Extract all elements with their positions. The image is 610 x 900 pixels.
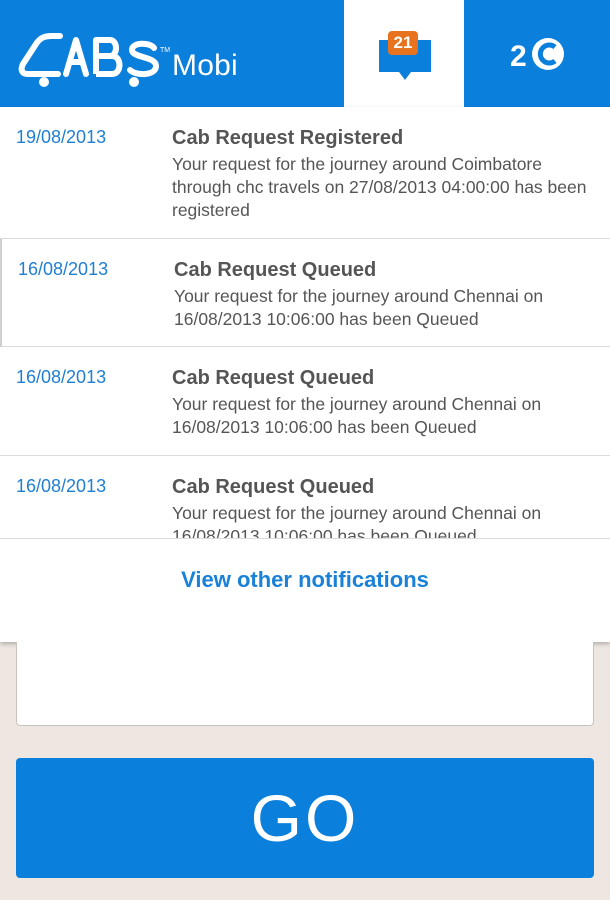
- notification-title: Cab Request Queued: [172, 367, 375, 389]
- cabs-logo[interactable]: TM: [14, 18, 174, 88]
- logo-sub: Mobi: [172, 49, 238, 82]
- notification-body: Your request for the journey around Chen…: [172, 394, 542, 437]
- notification-item[interactable]: 16/08/2013 Cab Request Queued Your reque…: [0, 239, 610, 347]
- notification-title: Cab Request Registered: [172, 127, 404, 149]
- notification-item[interactable]: 16/08/2013 Cab Request Queued Your reque…: [0, 456, 610, 538]
- svg-text:TM: TM: [160, 47, 170, 54]
- cabs-logo-icon: TM: [18, 33, 170, 87]
- notification-date: 16/08/2013: [16, 476, 107, 496]
- notification-item[interactable]: 16/08/2013 Cab Request Queued Your reque…: [0, 347, 610, 456]
- notifications-list: 19/08/2013 Cab Request Registered Your r…: [0, 107, 610, 538]
- message-textarea[interactable]: [16, 642, 594, 726]
- notification-date: 19/08/2013: [16, 127, 107, 147]
- view-other-notifications-link[interactable]: View other notifications: [0, 567, 610, 593]
- go-button[interactable]: GO: [16, 758, 594, 878]
- notification-body: Your request for the journey around Chen…: [172, 503, 542, 538]
- notification-item[interactable]: 19/08/2013 Cab Request Registered Your r…: [0, 107, 610, 239]
- notifications-panel: 19/08/2013 Cab Request Registered Your r…: [0, 107, 610, 642]
- notification-title: Cab Request Queued: [174, 259, 377, 281]
- notification-count-badge: 21: [388, 31, 418, 55]
- notification-body: Your request for the journey around Chen…: [174, 286, 544, 329]
- notification-date: 16/08/2013: [18, 259, 109, 279]
- credit-counter[interactable]: 2: [464, 0, 610, 107]
- app-header: TM Mobi 21 2: [0, 0, 610, 107]
- notification-date: 16/08/2013: [16, 367, 107, 387]
- notification-title: Cab Request Queued: [172, 476, 375, 498]
- notification-body: Your request for the journey around Coim…: [172, 154, 587, 220]
- credit-count: 2: [510, 40, 527, 73]
- divider: [0, 538, 610, 539]
- notifications-tab[interactable]: 21: [344, 0, 464, 107]
- credit-coin-icon: [532, 38, 564, 70]
